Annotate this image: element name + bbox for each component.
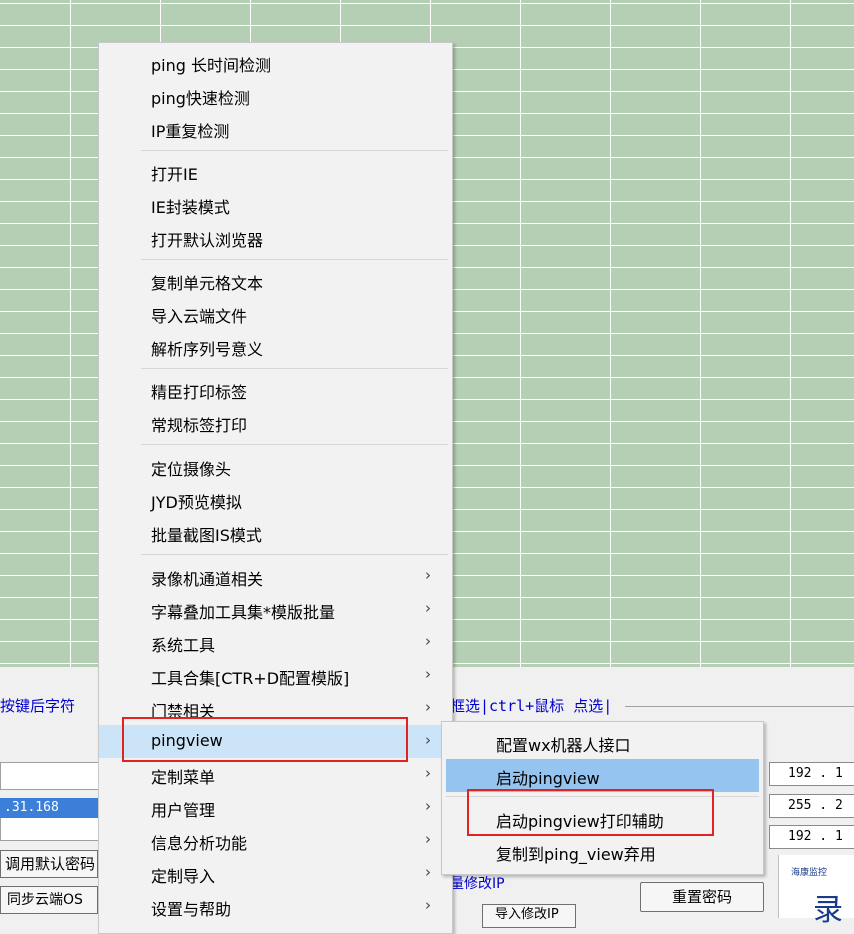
menu-item-settings-help[interactable]: 设置与帮助 ›	[99, 890, 450, 923]
list-box[interactable]	[0, 818, 100, 841]
sync-cloud-button[interactable]: 同步云端OS	[0, 886, 98, 914]
menu-separator	[141, 368, 448, 369]
annotation-highlight-box	[122, 717, 408, 762]
hint-text-right: 框选|ctrl+鼠标 点选|	[450, 697, 613, 715]
menu-item-jingchen-print[interactable]: 精臣打印标签	[99, 373, 450, 406]
menu-item-batch-screenshot[interactable]: 批量截图IS模式	[99, 516, 450, 549]
context-menu: ping 长时间检测 ping快速检测 IP重复检测 打开IE IE封装模式 打…	[98, 42, 453, 934]
menu-item-locate-camera[interactable]: 定位摄像头	[99, 450, 450, 483]
submenu-item-start-pingview[interactable]: 启动pingview	[446, 759, 759, 792]
ip-address-field[interactable]: 192 . 1	[769, 762, 854, 786]
logo-big-text: 录	[813, 893, 843, 928]
divider	[625, 706, 854, 707]
menu-item-user-management[interactable]: 用户管理 ›	[99, 791, 450, 824]
menu-item-ip-duplicate[interactable]: IP重复检测	[99, 112, 450, 145]
chevron-right-icon: ›	[425, 896, 431, 914]
submenu-item-copy-to-ping-view[interactable]: 复制到ping_view弃用	[446, 835, 759, 868]
chevron-right-icon: ›	[425, 830, 431, 848]
text-field[interactable]	[0, 762, 100, 790]
menu-item-custom-menu[interactable]: 定制菜单 ›	[99, 758, 450, 791]
chevron-right-icon: ›	[425, 698, 431, 716]
chevron-right-icon: ›	[425, 632, 431, 650]
menu-item-ie-wrap[interactable]: IE封装模式	[99, 188, 450, 221]
reset-password-button[interactable]: 重置密码	[640, 882, 764, 912]
default-password-button[interactable]: 调用默认密码	[0, 850, 98, 878]
chevron-right-icon: ›	[425, 731, 431, 749]
menu-item-copy-cell[interactable]: 复制单元格文本	[99, 264, 450, 297]
menu-item-system-tools[interactable]: 系统工具 ›	[99, 626, 450, 659]
gateway-field[interactable]: 192 . 1	[769, 825, 854, 849]
menu-separator	[141, 259, 448, 260]
menu-item-label-print[interactable]: 常规标签打印	[99, 406, 450, 439]
submenu-item-wx-robot[interactable]: 配置wx机器人接口	[446, 726, 759, 759]
menu-item-subtitle-tools[interactable]: 字幕叠加工具集*模版批量 ›	[99, 593, 450, 626]
chevron-right-icon: ›	[425, 797, 431, 815]
import-modify-ip-button[interactable]: 导入修改IP	[482, 904, 576, 928]
selected-ip-row[interactable]: .31.168	[0, 798, 98, 818]
menu-item-ping-fast[interactable]: ping快速检测	[99, 79, 450, 112]
menu-separator	[141, 150, 448, 151]
brand-logo: 海康监控 录	[778, 855, 854, 928]
menu-item-nvr-channel[interactable]: 录像机通道相关 ›	[99, 560, 450, 593]
chevron-right-icon: ›	[425, 764, 431, 782]
chevron-right-icon: ›	[425, 863, 431, 881]
menu-item-open-ie[interactable]: 打开IE	[99, 155, 450, 188]
menu-item-parse-serial[interactable]: 解析序列号意义	[99, 330, 450, 363]
menu-item-import-cloud[interactable]: 导入云端文件	[99, 297, 450, 330]
menu-item-custom-import[interactable]: 定制导入 ›	[99, 857, 450, 890]
chevron-right-icon: ›	[425, 599, 431, 617]
menu-item-tool-collection[interactable]: 工具合集[CTR+D配置模版] ›	[99, 659, 450, 692]
menu-item-jyd-preview[interactable]: JYD预览模拟	[99, 483, 450, 516]
logo-small-text: 海康监控	[791, 868, 828, 878]
modify-ip-label: 量修改IP	[450, 876, 505, 892]
subnet-mask-field[interactable]: 255 . 2	[769, 794, 854, 818]
menu-item-default-browser[interactable]: 打开默认浏览器	[99, 221, 450, 254]
hint-text-left: 按键后字符	[0, 697, 76, 715]
menu-separator	[141, 554, 448, 555]
menu-separator	[141, 444, 448, 445]
chevron-right-icon: ›	[425, 566, 431, 584]
annotation-highlight-box	[467, 789, 714, 836]
menu-item-ping-long[interactable]: ping 长时间检测	[99, 46, 450, 79]
chevron-right-icon: ›	[425, 665, 431, 683]
menu-item-info-analysis[interactable]: 信息分析功能 ›	[99, 824, 450, 857]
